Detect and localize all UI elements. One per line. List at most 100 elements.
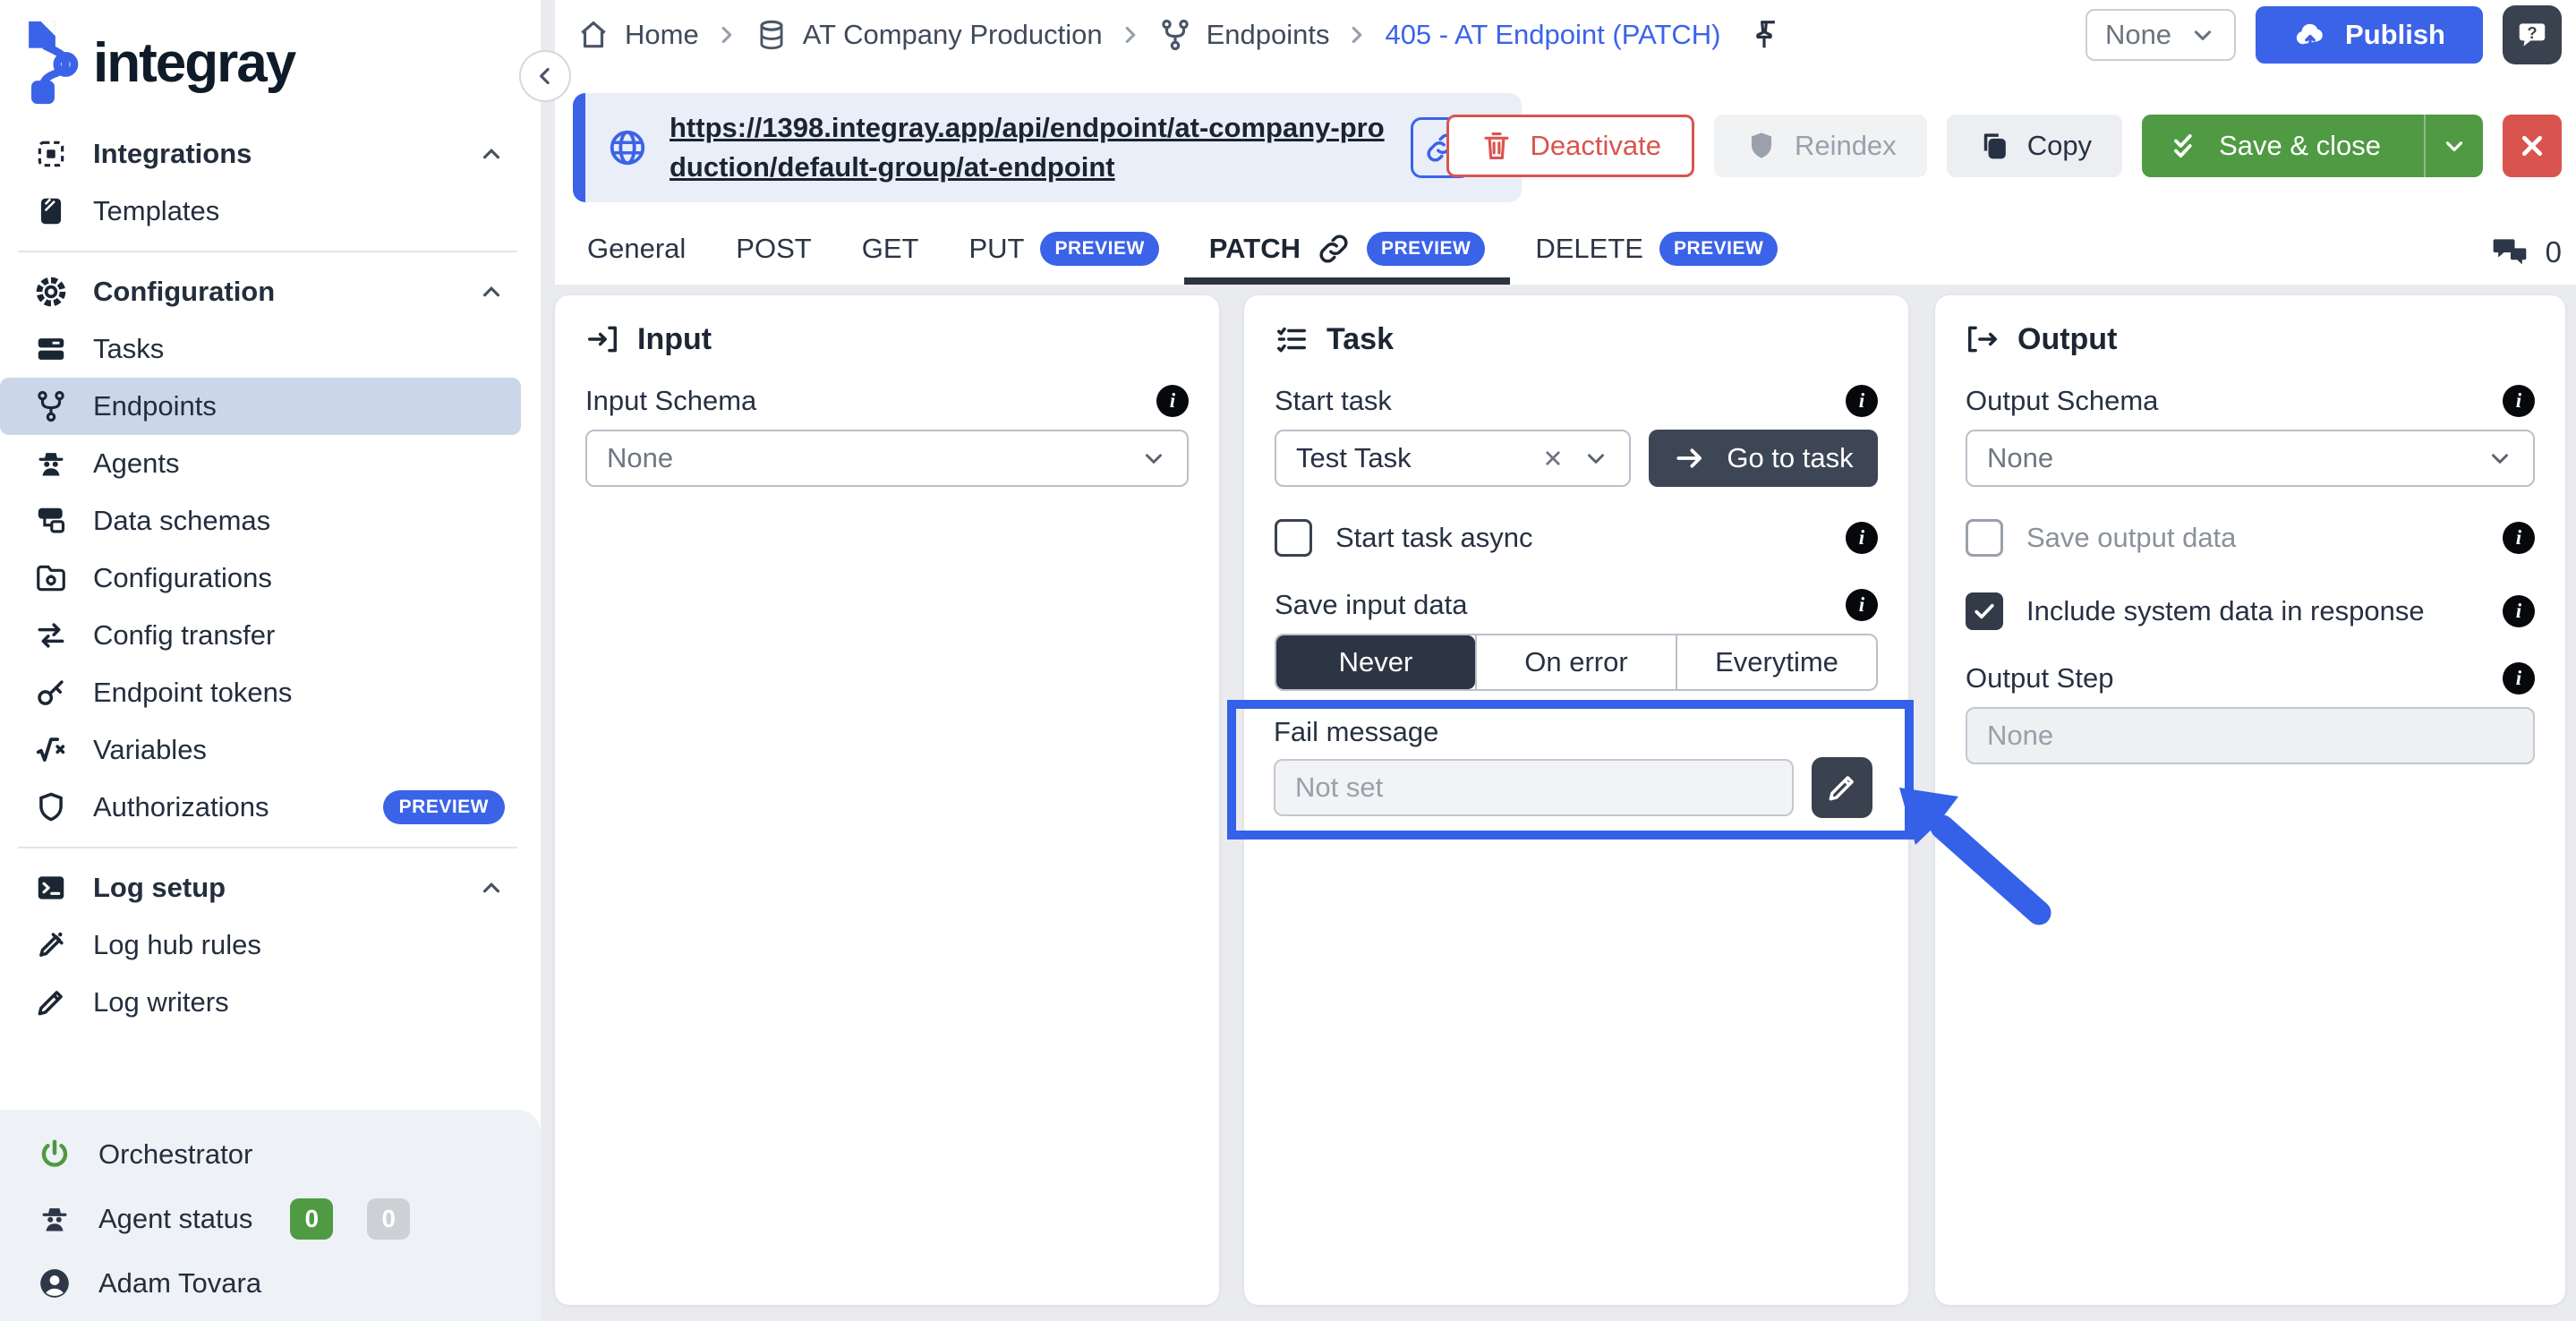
sidebar-item-tasks[interactable]: Tasks bbox=[0, 320, 521, 378]
logo-mark-icon bbox=[27, 20, 79, 106]
option-never[interactable]: Never bbox=[1276, 635, 1475, 689]
tab-get[interactable]: GET bbox=[837, 220, 944, 285]
user-menu-item[interactable]: Adam Tovara bbox=[0, 1251, 541, 1316]
agent-icon bbox=[32, 445, 70, 482]
templates-icon bbox=[32, 192, 70, 230]
copy-button[interactable]: Copy bbox=[1947, 115, 2122, 177]
save-options-caret[interactable] bbox=[2424, 115, 2483, 177]
arrow-right-icon bbox=[1673, 441, 1707, 475]
sidebar-item-endpoint-tokens[interactable]: Endpoint tokens bbox=[0, 664, 521, 721]
deactivate-button[interactable]: Deactivate bbox=[1446, 115, 1693, 177]
help-chat-button[interactable]: ? bbox=[2503, 5, 2562, 64]
gear-icon bbox=[32, 273, 70, 311]
sidebar-item-variables[interactable]: Variables bbox=[0, 721, 521, 779]
info-icon[interactable]: i bbox=[2503, 662, 2535, 695]
chevron-right-icon bbox=[1343, 21, 1370, 48]
info-icon[interactable]: i bbox=[2503, 385, 2535, 417]
tab-post[interactable]: POST bbox=[711, 220, 836, 285]
app-logo[interactable]: integray bbox=[27, 20, 294, 106]
output-step-input[interactable] bbox=[1966, 707, 2535, 764]
tab-put[interactable]: PUT PREVIEW bbox=[943, 220, 1183, 285]
breadcrumb-project[interactable]: AT Company Production bbox=[755, 18, 1103, 52]
chevron-down-icon bbox=[2189, 21, 2216, 48]
variables-icon bbox=[32, 731, 70, 769]
edit-fail-message-button[interactable] bbox=[1812, 757, 1872, 818]
sidebar-item-endpoints[interactable]: Endpoints bbox=[0, 378, 521, 435]
info-icon[interactable]: i bbox=[1846, 589, 1878, 621]
arrow-out-of-bracket-icon bbox=[1966, 322, 2000, 356]
agent-status-item[interactable]: Agent status 0 0 bbox=[0, 1187, 541, 1251]
endpoint-url-bar: https://1398.integray.app/api/endpoint/a… bbox=[573, 93, 1522, 202]
svg-text:?: ? bbox=[2527, 24, 2537, 42]
option-on-error[interactable]: On error bbox=[1475, 635, 1676, 689]
fail-message-input[interactable] bbox=[1274, 759, 1794, 816]
trash-icon bbox=[1480, 129, 1514, 163]
sidebar-item-data-schemas[interactable]: Data schemas bbox=[0, 492, 521, 550]
input-schema-select[interactable]: None bbox=[585, 430, 1189, 487]
info-icon[interactable]: i bbox=[2503, 595, 2535, 627]
tab-patch[interactable]: PATCH PREVIEW bbox=[1184, 220, 1511, 285]
orchestrator-item[interactable]: Orchestrator bbox=[0, 1122, 541, 1187]
start-task-select[interactable]: Test Task bbox=[1275, 430, 1631, 487]
endpoint-actions: Deactivate Reindex Copy Save & close bbox=[1446, 115, 2562, 177]
clear-icon[interactable] bbox=[1540, 445, 1566, 472]
chevron-left-icon bbox=[532, 63, 559, 89]
endpoints-icon bbox=[32, 388, 70, 425]
output-schema-label: Output Schema bbox=[1966, 385, 2158, 417]
start-task-async-checkbox[interactable] bbox=[1275, 519, 1312, 557]
sidebar-item-configurations[interactable]: Configurations bbox=[0, 550, 521, 607]
agents-online-badge: 0 bbox=[290, 1198, 333, 1240]
option-everytime[interactable]: Everytime bbox=[1676, 635, 1876, 689]
include-system-data-checkbox[interactable] bbox=[1966, 592, 2003, 630]
output-schema-select[interactable]: None bbox=[1966, 430, 2535, 487]
pin-icon[interactable] bbox=[1747, 18, 1781, 52]
task-panel: Task Start task i Test Task Go to task S… bbox=[1244, 295, 1908, 1305]
data-schemas-icon bbox=[32, 502, 70, 540]
save-output-data-label: Save output data bbox=[2026, 522, 2236, 554]
info-icon[interactable]: i bbox=[1846, 385, 1878, 417]
breadcrumb-current: 405 - AT Endpoint (PATCH) bbox=[1385, 19, 1720, 51]
sidebar-item-config-transfer[interactable]: Config transfer bbox=[0, 607, 521, 664]
breadcrumb-endpoints[interactable]: Endpoints bbox=[1158, 18, 1330, 52]
tab-general[interactable]: General bbox=[562, 220, 711, 285]
go-to-task-button[interactable]: Go to task bbox=[1649, 430, 1878, 487]
agents-offline-badge: 0 bbox=[367, 1198, 410, 1240]
agent-icon bbox=[36, 1200, 73, 1238]
breadcrumb-home[interactable]: Home bbox=[576, 18, 699, 52]
save-close-button[interactable]: Save & close bbox=[2142, 115, 2483, 177]
publish-button[interactable]: Publish bbox=[2256, 6, 2483, 64]
agent-status-label: Agent status bbox=[98, 1203, 252, 1235]
version-select[interactable]: None bbox=[2086, 9, 2236, 61]
sidebar-item-label: Data schemas bbox=[93, 505, 270, 537]
info-icon[interactable]: i bbox=[2503, 522, 2535, 554]
sidebar-divider bbox=[18, 847, 517, 848]
output-step-label: Output Step bbox=[1966, 662, 2113, 695]
sidebar-item-configuration[interactable]: Configuration bbox=[0, 263, 521, 320]
panel-title: Output bbox=[2017, 322, 2117, 357]
sidebar-item-authorizations[interactable]: Authorizations PREVIEW bbox=[0, 779, 521, 836]
info-icon[interactable]: i bbox=[1846, 522, 1878, 554]
copy-icon bbox=[1977, 129, 2011, 163]
sidebar-item-agents[interactable]: Agents bbox=[0, 435, 521, 492]
user-name-label: Adam Tovara bbox=[98, 1267, 261, 1300]
sidebar-item-log-setup[interactable]: Log setup bbox=[0, 859, 521, 916]
sidebar-collapse-button[interactable] bbox=[519, 50, 571, 102]
close-button[interactable] bbox=[2503, 115, 2562, 177]
sidebar-item-integrations[interactable]: Integrations bbox=[0, 125, 521, 183]
preview-badge: PREVIEW bbox=[383, 790, 505, 824]
reindex-button[interactable]: Reindex bbox=[1714, 115, 1927, 177]
tab-delete[interactable]: DELETE PREVIEW bbox=[1510, 220, 1803, 285]
include-system-data-label: Include system data in response bbox=[2026, 595, 2425, 627]
sidebar-item-templates[interactable]: Templates bbox=[0, 183, 521, 240]
info-icon[interactable]: i bbox=[1156, 385, 1189, 417]
sidebar-item-log-writers[interactable]: Log writers bbox=[0, 974, 521, 1031]
comments-button[interactable]: 0 bbox=[2490, 220, 2562, 285]
save-output-data-checkbox[interactable] bbox=[1966, 519, 2003, 557]
sidebar-item-label: Log hub rules bbox=[93, 929, 261, 961]
cloud-upload-icon bbox=[2293, 18, 2327, 52]
folder-gear-icon bbox=[32, 559, 70, 597]
chevron-right-icon bbox=[713, 21, 740, 48]
endpoint-url-link[interactable]: https://1398.integray.app/api/endpoint/a… bbox=[670, 108, 1411, 187]
chevron-down-icon bbox=[2486, 445, 2513, 472]
sidebar-item-log-hub-rules[interactable]: Log hub rules bbox=[0, 916, 521, 974]
